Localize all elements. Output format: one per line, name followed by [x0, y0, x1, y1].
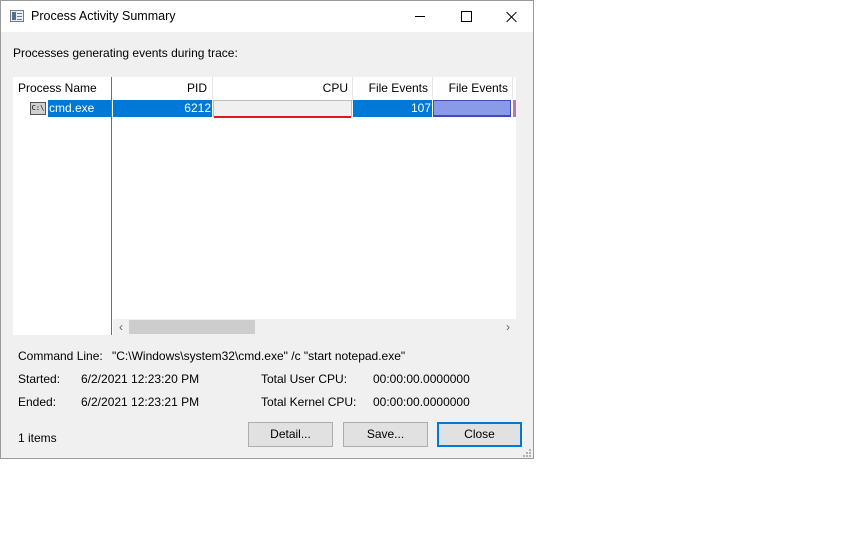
column-separator[interactable] — [512, 77, 513, 99]
close-button[interactable]: Close — [437, 422, 522, 447]
window-title: Process Activity Summary — [31, 9, 176, 23]
process-list-caption: Processes generating events during trace… — [13, 46, 238, 60]
title-bar[interactable]: Process Activity Summary — [1, 1, 533, 32]
row-cpu-graph[interactable] — [213, 100, 352, 118]
column-header-file-events-graph[interactable]: File Events — [433, 77, 513, 99]
item-count: 1 items — [18, 431, 57, 445]
resize-grip-icon[interactable] — [523, 449, 532, 458]
frozen-column-divider — [111, 77, 112, 335]
scrollbar-thumb[interactable] — [129, 320, 255, 334]
save-button[interactable]: Save... — [343, 422, 428, 447]
column-header-process-name[interactable]: Process Name — [13, 77, 111, 99]
started-label: Started: — [18, 372, 61, 386]
ended-label: Ended: — [18, 395, 57, 409]
ended-value: 6/2/2021 12:23:21 PM — [81, 395, 200, 409]
console-icon: C:\ — [30, 102, 46, 115]
process-table[interactable]: Process Name PID CPU File Events File Ev… — [13, 77, 516, 335]
row-file-events-graph[interactable] — [433, 100, 511, 117]
started-value: 6/2/2021 12:23:20 PM — [81, 372, 200, 386]
horizontal-scrollbar[interactable]: ‹ › — [113, 319, 516, 335]
window-list-icon — [10, 10, 24, 22]
column-header-file-events[interactable]: File Events — [353, 77, 433, 99]
column-header-pid[interactable]: PID — [112, 77, 212, 99]
command-line-value: "C:\Windows\system32\cmd.exe" /c "start … — [112, 349, 406, 363]
cpu-usage-line — [214, 116, 351, 118]
minimize-button[interactable] — [397, 1, 443, 32]
total-user-cpu-value: 00:00:00.0000000 — [373, 372, 470, 386]
process-activity-summary-window: Process Activity Summary Processes gener… — [0, 0, 534, 459]
close-icon — [506, 11, 518, 23]
scroll-right-icon[interactable]: › — [500, 319, 516, 335]
total-kernel-cpu-label: Total Kernel CPU: — [261, 395, 357, 409]
minimize-icon — [415, 16, 425, 17]
scroll-left-icon[interactable]: ‹ — [113, 319, 129, 335]
column-header-cpu[interactable]: CPU — [213, 77, 353, 99]
row-process-name[interactable]: cmd.exe — [48, 100, 111, 117]
maximize-icon — [460, 11, 472, 22]
maximize-button[interactable] — [443, 1, 489, 32]
row-pid[interactable]: 6212 — [113, 100, 212, 117]
detail-button[interactable]: Detail... — [248, 422, 333, 447]
command-line-label: Command Line: — [18, 349, 103, 363]
row-file-events[interactable]: 107 — [353, 100, 432, 117]
close-window-button[interactable] — [489, 1, 535, 32]
total-kernel-cpu-value: 00:00:00.0000000 — [373, 395, 470, 409]
row-next-column-fragment — [513, 100, 516, 117]
total-user-cpu-label: Total User CPU: — [261, 372, 348, 386]
